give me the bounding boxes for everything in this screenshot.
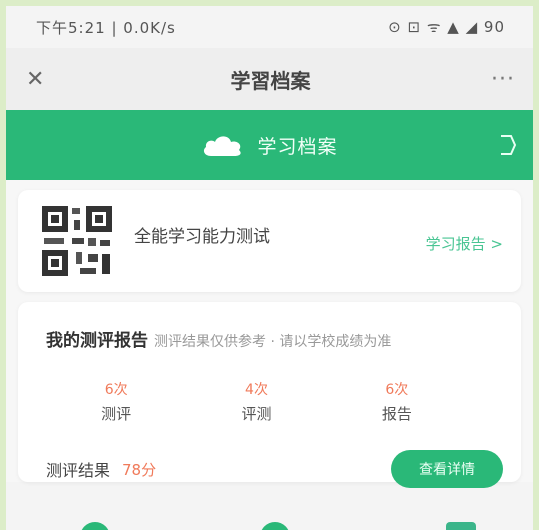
result-value: 78分 <box>122 460 157 479</box>
stat-label: 测评 <box>101 405 132 423</box>
stat-label: 评测 <box>241 405 272 423</box>
status-right: ⊙ ⊡ ᯤ ▲ ◢ 90 <box>388 18 505 36</box>
close-icon[interactable]: ✕ <box>26 67 56 92</box>
nav-bar: ✕ 学習档案 ··· <box>6 48 533 110</box>
stat-label: 报告 <box>381 405 412 423</box>
qr-code-icon <box>40 204 114 278</box>
stat-item[interactable]: 6次 测评 <box>46 379 186 424</box>
result-row: 测评结果 78分 查看详情 <box>46 450 503 488</box>
detail-subtitle: 测评结果仅供参考 · 请以学校成绩为准 <box>154 334 392 350</box>
summary-card[interactable]: 全能学习能力测试 学习报告 > <box>18 190 521 292</box>
status-bar: 下午5:21 | 0.0K/s ⊙ ⊡ ᯤ ▲ ◢ 90 <box>6 6 533 48</box>
header-title: 学习档案 <box>257 135 338 158</box>
view-details-button[interactable]: 查看详情 <box>391 450 503 488</box>
summary-name: 全能学习能力测试 <box>134 226 270 247</box>
status-left: 下午5:21 | 0.0K/s <box>36 18 176 37</box>
more-icon[interactable]: ··· <box>485 67 515 92</box>
detail-title: 我的测评报告 <box>46 331 148 351</box>
bottom-nav-icon[interactable] <box>260 522 290 530</box>
report-link[interactable]: 学习报告 > <box>426 233 503 254</box>
share-icon[interactable] <box>497 134 519 156</box>
bottom-nav-icon[interactable] <box>446 522 476 530</box>
detail-card: 我的测评报告 测评结果仅供参考 · 请以学校成绩为准 6次 测评 4次 评测 6次… <box>18 302 521 488</box>
bottom-nav-icon[interactable] <box>80 522 110 530</box>
detail-heading: 我的测评报告 测评结果仅供参考 · 请以学校成绩为准 <box>46 302 503 351</box>
header-banner: 学习档案 <box>6 110 533 180</box>
result-label: 测评结果 <box>46 461 111 480</box>
stat-value: 4次 <box>245 382 268 398</box>
phone-screen: 下午5:21 | 0.0K/s ⊙ ⊡ ᯤ ▲ ◢ 90 ✕ 学習档案 ··· … <box>6 6 533 530</box>
page-title: 学習档案 <box>230 68 311 93</box>
content: 全能学习能力测试 学习报告 > 我的测评报告 测评结果仅供参考 · 请以学校成绩为… <box>6 180 533 488</box>
stat-value: 6次 <box>104 382 128 398</box>
stats-row: 6次 测评 4次 评测 6次 报告 <box>46 379 503 424</box>
stat-value: 6次 <box>385 382 409 398</box>
stat-item[interactable]: 4次 评测 <box>186 379 326 424</box>
bottom-icon-row <box>6 522 533 530</box>
stat-item[interactable]: 6次 报告 <box>327 379 467 424</box>
cloud-icon <box>204 136 242 156</box>
